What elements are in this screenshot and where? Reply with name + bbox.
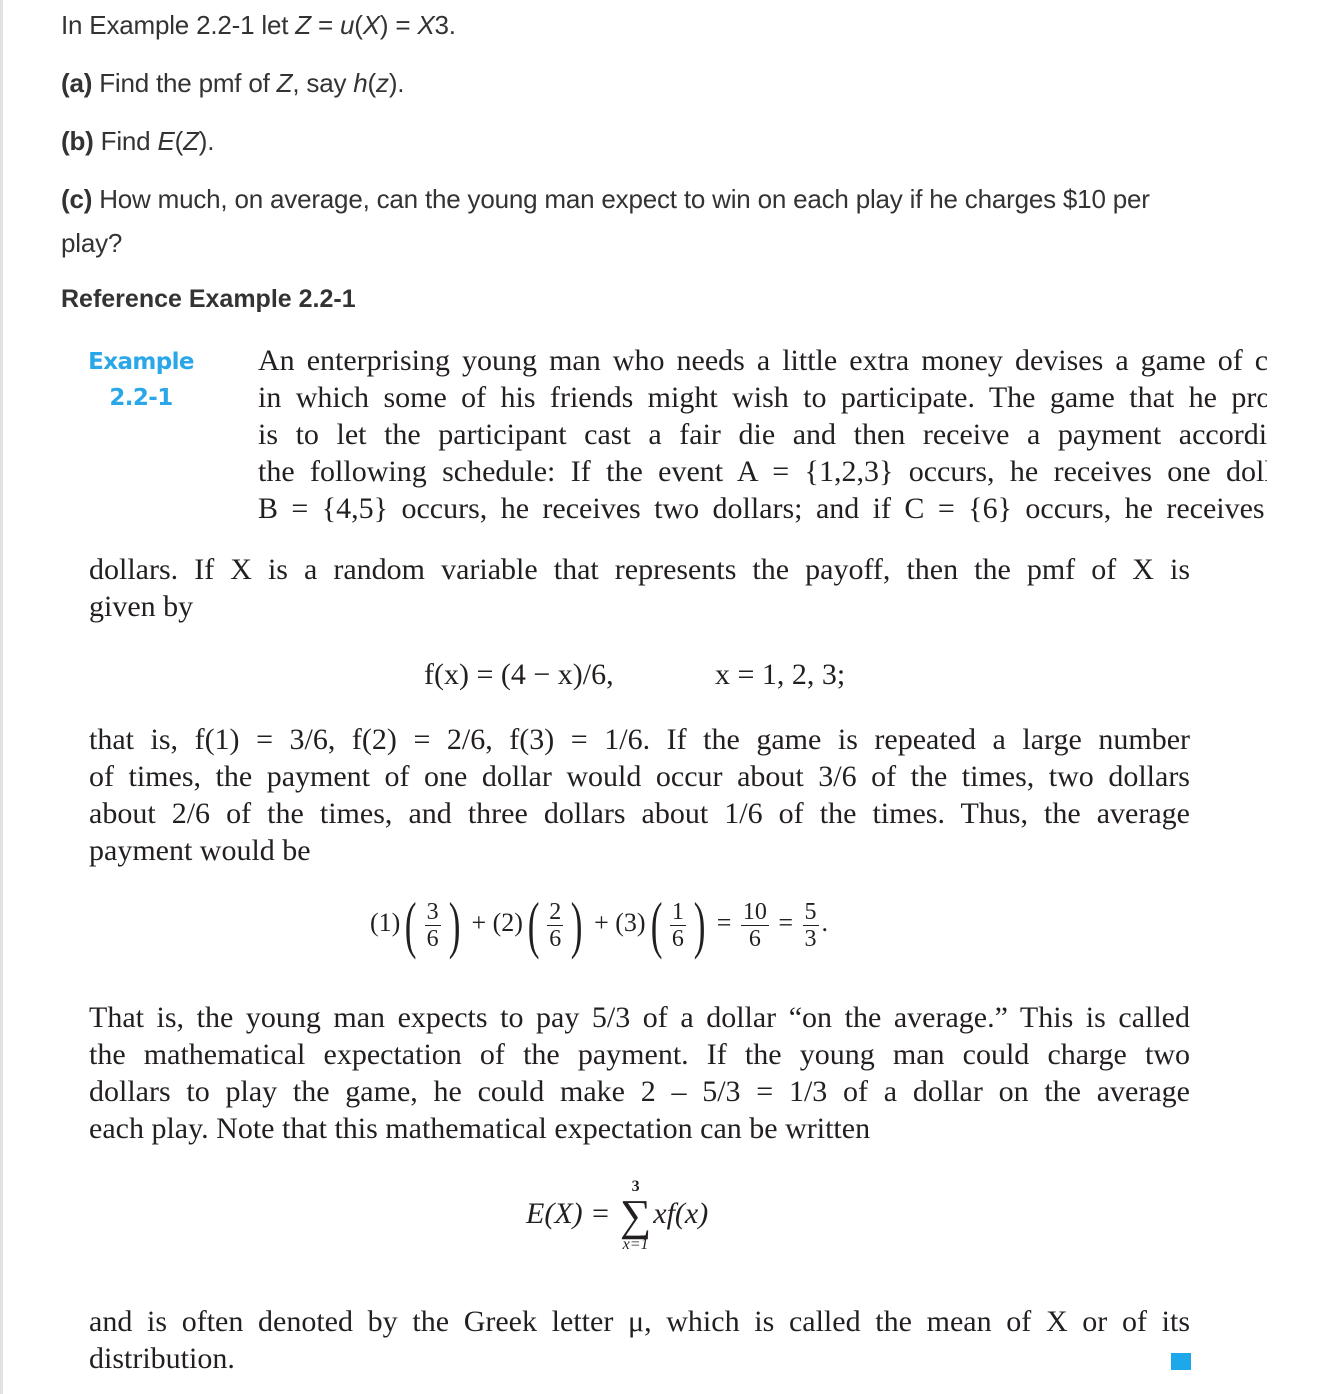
- question-part-c: (c) How much, on average, can the young …: [61, 184, 1150, 214]
- example-intro-clipped: An enterprising young man who needs a li…: [258, 342, 1267, 532]
- fraction: 10 6: [740, 898, 769, 952]
- example-label: Example 2.2-1: [84, 344, 198, 416]
- text-line: and is often denoted by the Greek letter…: [89, 1305, 1190, 1338]
- text-line: the following schedule: If the event A =…: [258, 455, 1267, 488]
- pmf-domain: x = 1, 2, 3;: [715, 658, 845, 692]
- fraction: 26: [547, 898, 564, 952]
- text-line: distribution.: [89, 1342, 235, 1375]
- reference-title: Reference Example 2.2-1: [61, 285, 356, 313]
- fraction: 53: [802, 898, 819, 952]
- example-label-word: Example: [88, 349, 194, 375]
- question-intro: In Example 2.2-1 let Z = u(X) = X3.: [61, 10, 456, 40]
- text-line: each play. Note that this mathematical e…: [89, 1112, 871, 1145]
- fraction: 36: [424, 898, 441, 952]
- paragraph-expectation: That is, the young man expects to pay 5/…: [89, 999, 1190, 1147]
- text-line: given by: [89, 590, 194, 623]
- text-line: in which some of his friends might wish …: [258, 381, 1267, 414]
- end-of-example-mark: [1171, 1353, 1191, 1370]
- average-payment-equation: (1)(3 6) + (2)(2 6) + (3)(1 6) = 10 6 = 53.: [370, 889, 829, 960]
- pmf-equation: f(x) = (4 − x)/6,: [424, 658, 614, 692]
- text-line: is to let the participant cast a fair di…: [258, 418, 1267, 451]
- question-part-c-cont: play?: [61, 228, 123, 258]
- example-label-number: 2.2-1: [109, 385, 173, 411]
- text-line: about 2/6 of the times, and three dollar…: [89, 797, 1190, 830]
- pmf-lhs: f(x) = (4 − x)/6,: [424, 658, 614, 691]
- question-part-a: (a) Find the pmf of Z, say h(z).: [61, 68, 405, 98]
- text-line: the mathematical expectation of the paym…: [89, 1038, 1190, 1071]
- text-line: of times, the payment of one dollar woul…: [89, 760, 1190, 793]
- text-line: payment would be: [89, 834, 311, 867]
- text-line: that is, f(1) = 3/6, f(2) = 2/6, f(3) = …: [89, 723, 1190, 756]
- summation-sign: 3 ∑ x=1: [619, 1178, 652, 1253]
- left-border: [0, 0, 3, 1394]
- text-line: An enterprising young man who needs a li…: [258, 344, 1267, 377]
- paragraph-mean: and is often denoted by the Greek letter…: [89, 1303, 1190, 1377]
- pmf-rhs: x = 1, 2, 3;: [715, 658, 846, 691]
- question-part-b: (b) Find E(Z).: [61, 126, 215, 156]
- fraction: 16: [669, 898, 686, 952]
- paragraph-pmf-values: that is, f(1) = 3/6, f(2) = 2/6, f(3) = …: [89, 721, 1190, 869]
- paragraph-pmf-intro: dollars. If X is a random variable that …: [89, 551, 1190, 625]
- expectation-equation: E(X) = 3 ∑ x=1 xf(x): [526, 1178, 709, 1253]
- text-line: dollars to play the game, he could make …: [89, 1075, 1190, 1108]
- text-line: B = {4,5} occurs, he receives two dollar…: [258, 492, 1267, 525]
- text-line: dollars. If X is a random variable that …: [89, 553, 1190, 586]
- text-line: That is, the young man expects to pay 5/…: [89, 1001, 1190, 1034]
